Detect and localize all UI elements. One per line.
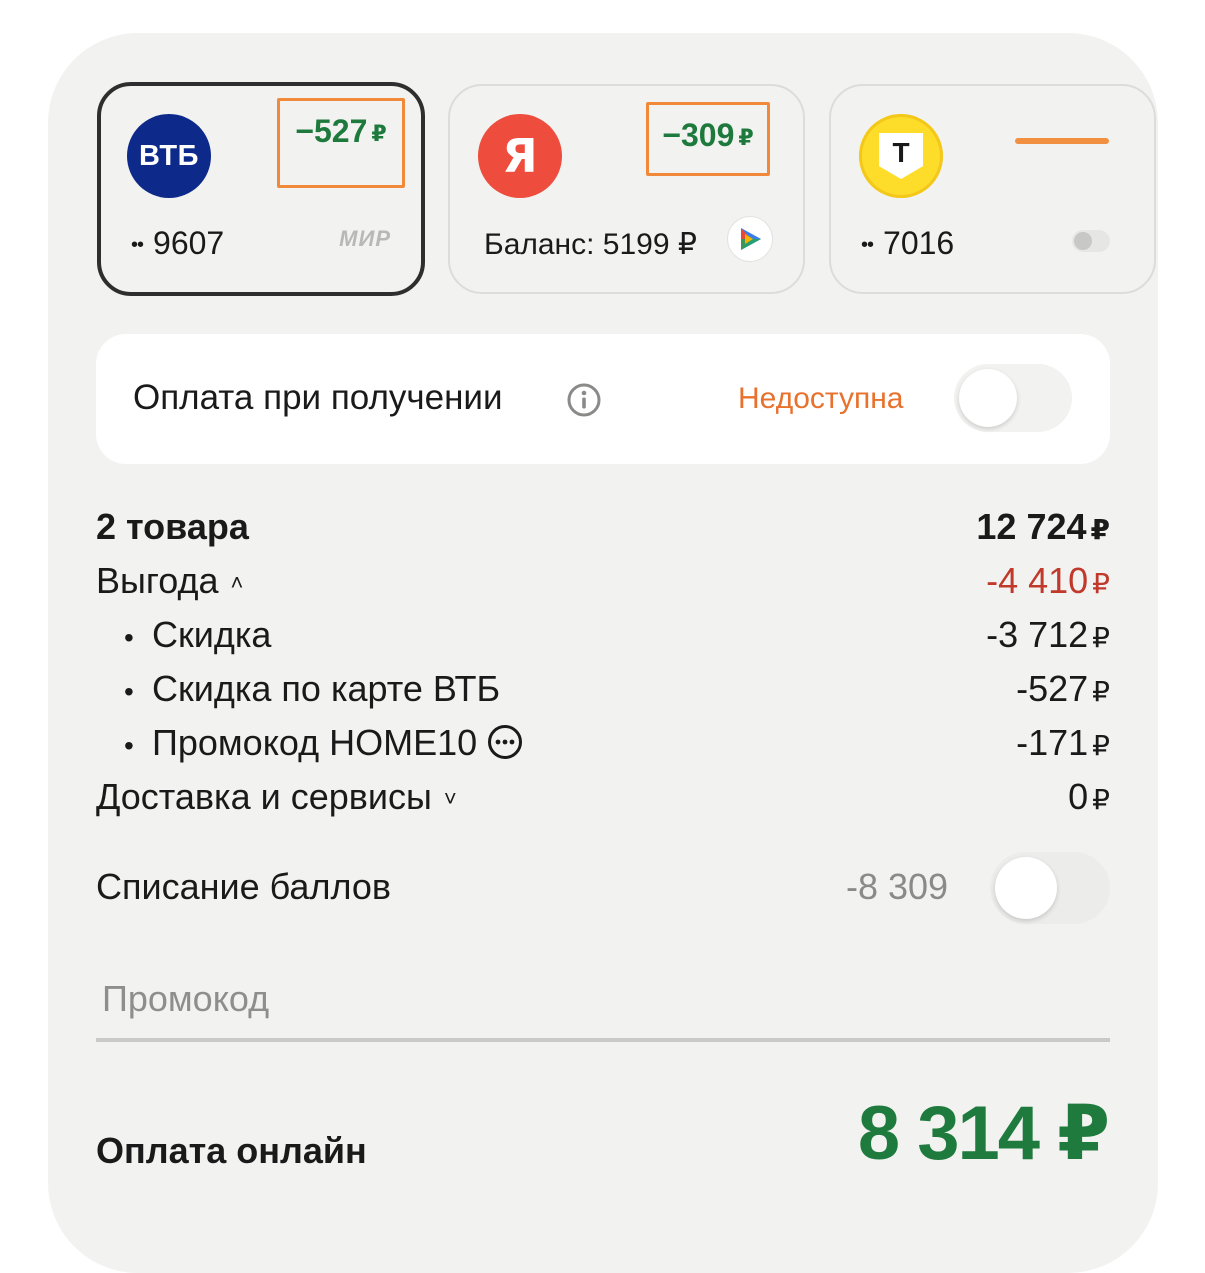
tbank-card-last-digits: 7016 <box>883 225 955 261</box>
vtb-logo: ВТБ <box>127 114 211 198</box>
toggle-knob <box>995 857 1057 919</box>
promo-code-input[interactable] <box>96 960 1110 1042</box>
points-label: Списание баллов <box>96 866 392 907</box>
yandex-discount-badge: −309 ₽ <box>646 102 770 176</box>
payment-card-yandex[interactable]: Я −309 ₽ Баланс: 5199 ₽ <box>448 84 805 294</box>
payment-card-tbank[interactable]: T •• 7016 <box>829 84 1156 294</box>
tbank-card-number: •• 7016 <box>861 225 954 262</box>
tbank-card-dots: •• <box>861 234 874 257</box>
promo-discount-value: -171 ₽ <box>1016 722 1110 763</box>
redaction-scribble <box>1015 138 1109 144</box>
vtb-discount-currency: ₽ <box>371 121 387 146</box>
more-options-icon[interactable] <box>487 724 523 760</box>
benefit-value: -4 410 ₽ <box>986 560 1110 601</box>
cash-on-delivery-toggle[interactable] <box>954 364 1072 432</box>
chevron-down-icon: ˅ <box>443 786 457 812</box>
points-toggle[interactable] <box>990 852 1110 924</box>
vtb-discount-amount: −527 <box>295 113 368 149</box>
cash-on-delivery-block: Оплата при получении Недоступна <box>96 334 1110 464</box>
cash-on-delivery-label: Оплата при получении <box>133 378 503 417</box>
yandex-pay-icon <box>727 216 773 262</box>
total-label: Оплата онлайн <box>96 1130 367 1171</box>
points-value: -8 309 <box>846 866 949 907</box>
summary-delivery-row[interactable]: Доставка и сервисы ˅ 0 ₽ <box>96 776 1110 828</box>
points-row: Списание баллов -8 309 <box>96 852 1110 924</box>
discount-label: • Скидка <box>124 614 272 655</box>
summary-benefit-row[interactable]: Выгода ˄ -4 410 ₽ <box>96 560 1110 612</box>
discount-value: -3 712 ₽ <box>986 614 1110 655</box>
tbank-status-toggle-icon <box>1072 230 1110 252</box>
bullet-icon: • <box>124 622 134 653</box>
mir-logo: МИР <box>339 226 391 251</box>
delivery-label[interactable]: Доставка и сервисы ˅ <box>96 776 457 818</box>
vtb-card-last-digits: 9607 <box>153 225 225 261</box>
yandex-discount-amount: −309 <box>662 117 735 153</box>
bullet-icon: • <box>124 730 134 761</box>
vtb-discount-badge: −527 ₽ <box>277 98 405 188</box>
summary-card-discount-row: • Скидка по карте ВТБ -527 ₽ <box>96 668 1110 720</box>
summary-items-row: 2 товара 12 724 ₽ <box>96 506 1110 558</box>
vtb-card-number: •• 9607 <box>131 225 224 262</box>
bullet-icon: • <box>124 676 134 707</box>
items-total-value: 12 724 ₽ <box>976 506 1110 547</box>
items-count-label: 2 товара <box>96 506 249 547</box>
tbank-logo: T <box>859 114 943 198</box>
vtb-card-dots: •• <box>131 234 144 257</box>
summary-discount-row: • Скидка -3 712 ₽ <box>96 614 1110 666</box>
benefit-label[interactable]: Выгода ˄ <box>96 560 243 602</box>
payment-card-vtb[interactable]: ВТБ −527 ₽ •• 9607 МИР <box>97 82 425 296</box>
yandex-discount-currency: ₽ <box>738 125 754 150</box>
toggle-knob <box>959 369 1017 427</box>
promo-discount-label: • Промокод HOME10 <box>124 722 523 764</box>
chevron-up-icon: ˄ <box>230 570 244 596</box>
tbank-shield-icon: T <box>879 133 923 179</box>
cash-on-delivery-status: Недоступна <box>738 382 904 415</box>
summary-promo-discount-row: • Промокод HOME10 -171 ₽ <box>96 722 1110 774</box>
card-discount-value: -527 ₽ <box>1016 668 1110 709</box>
info-icon[interactable] <box>566 382 602 418</box>
yandex-balance: Баланс: 5199 ₽ <box>484 228 697 261</box>
card-discount-label: • Скидка по карте ВТБ <box>124 668 501 709</box>
total-value: 8 314 ₽ <box>857 1091 1110 1176</box>
delivery-value: 0 ₽ <box>1068 776 1110 817</box>
yandex-logo: Я <box>478 114 562 198</box>
